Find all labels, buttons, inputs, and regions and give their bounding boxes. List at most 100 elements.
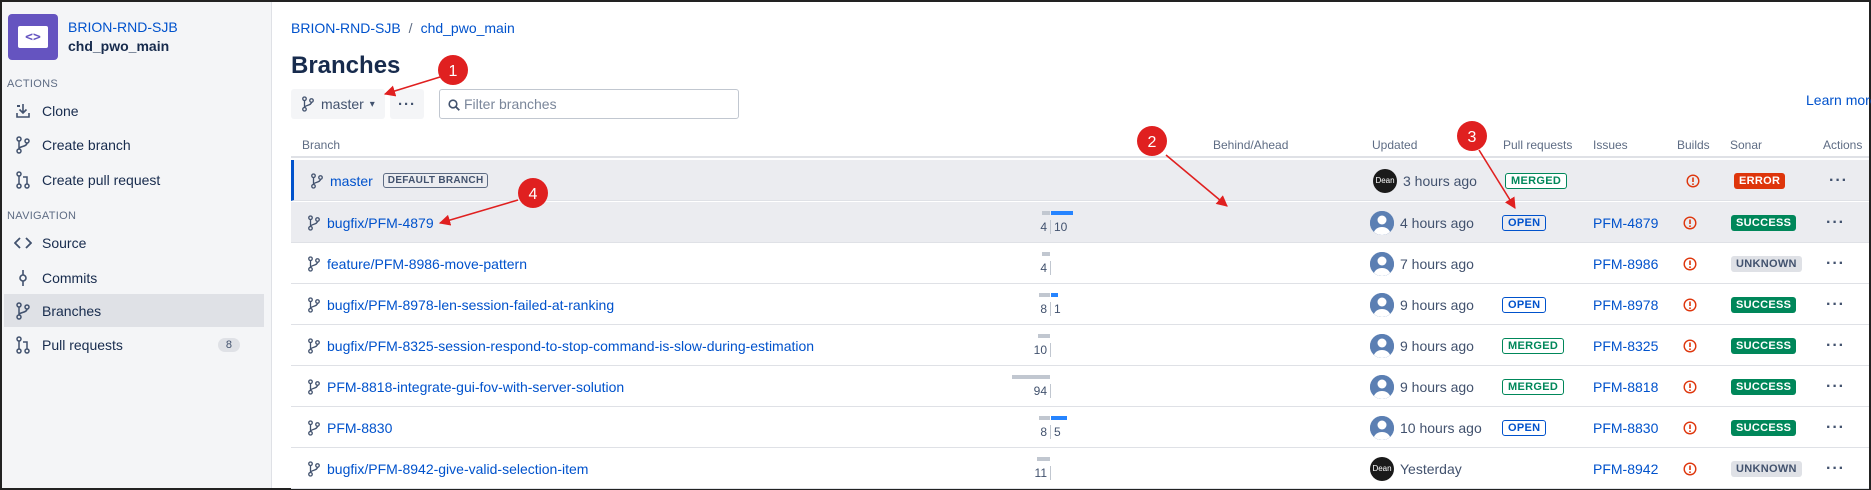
- sidebar-item-label: Clone: [42, 102, 79, 119]
- row-actions-button[interactable]: ···: [1826, 284, 1845, 325]
- sidebar-item-commits[interactable]: Commits: [4, 261, 264, 294]
- sidebar-item-label: Commits: [42, 269, 98, 286]
- avatar[interactable]: [1370, 333, 1394, 358]
- issue-link[interactable]: PFM-8818: [1593, 366, 1658, 407]
- repo-name[interactable]: chd_pwo_main: [68, 36, 178, 56]
- build-status-cell: [1683, 366, 1697, 407]
- row-actions-button[interactable]: ···: [1826, 243, 1845, 284]
- branch-link[interactable]: bugfix/PFM-8978-len-session-failed-at-ra…: [327, 297, 614, 313]
- issue-link[interactable]: PFM-8978: [1593, 284, 1658, 325]
- sonar-status-lozenge[interactable]: UNKNOWN: [1731, 255, 1802, 272]
- breadcrumb-repo[interactable]: chd_pwo_main: [421, 20, 515, 36]
- pull-request-cell: OPEN: [1502, 202, 1547, 243]
- pull-request-status-lozenge[interactable]: MERGED: [1502, 337, 1565, 354]
- build-warning-icon[interactable]: [1683, 379, 1697, 394]
- build-warning-icon[interactable]: [1683, 297, 1697, 312]
- sonar-status-lozenge[interactable]: SUCCESS: [1731, 214, 1797, 231]
- build-warning-icon[interactable]: [1683, 256, 1697, 271]
- row-actions-button[interactable]: ···: [1826, 407, 1845, 448]
- sidebar-item-create-branch[interactable]: Create branch: [4, 128, 264, 161]
- row-actions-button[interactable]: ···: [1826, 366, 1845, 407]
- column-header-branch[interactable]: Branch: [302, 138, 340, 152]
- sidebar-item-label: Branches: [42, 302, 102, 319]
- issue-link[interactable]: PFM-4879: [1593, 202, 1658, 243]
- build-warning-icon[interactable]: [1683, 461, 1697, 476]
- pull-request-status-lozenge[interactable]: MERGED: [1505, 172, 1568, 189]
- repo-avatar: <>: [8, 14, 58, 60]
- behind-ahead-divider: [1050, 220, 1051, 234]
- sonar-status-lozenge[interactable]: UNKNOWN: [1731, 460, 1802, 477]
- updated-cell: 7 hours ago: [1370, 243, 1474, 284]
- branch-selector-label: master: [321, 96, 364, 112]
- behind-bar: [1037, 457, 1050, 461]
- sidebar-item-pull-requests[interactable]: Pull requests 8: [4, 328, 264, 361]
- filter-branches-input[interactable]: [464, 96, 724, 112]
- build-warning-icon[interactable]: [1683, 420, 1697, 435]
- project-header[interactable]: <> BRION-RND-SJB chd_pwo_main: [8, 14, 178, 60]
- updated-cell: Dean 3 hours ago: [1373, 160, 1477, 201]
- more-actions-button[interactable]: ···: [390, 89, 424, 119]
- avatar[interactable]: [1370, 415, 1394, 440]
- table-row: PFM-8830 8 5 10 hours ago OPEN PFM-8830 SUCCES…: [291, 407, 1869, 448]
- branch-selector-button[interactable]: master ▾: [291, 89, 385, 119]
- avatar[interactable]: [1370, 251, 1394, 276]
- branch-link[interactable]: master: [330, 173, 373, 189]
- branch-link[interactable]: bugfix/PFM-8942-give-valid-selection-ite…: [327, 461, 588, 477]
- row-actions-button[interactable]: ···: [1826, 202, 1845, 243]
- build-warning-icon[interactable]: [1683, 338, 1697, 353]
- project-key[interactable]: BRION-RND-SJB: [68, 18, 178, 36]
- sidebar-item-create-pull-request[interactable]: Create pull request: [4, 163, 264, 196]
- issue-link[interactable]: PFM-8942: [1593, 448, 1658, 489]
- behind-count: 10: [1033, 343, 1047, 357]
- sidebar-item-clone[interactable]: Clone: [4, 94, 264, 127]
- breadcrumb-separator: /: [408, 20, 413, 36]
- sonar-status-lozenge[interactable]: SUCCESS: [1731, 378, 1797, 395]
- build-status-cell: [1683, 202, 1697, 243]
- pull-request-status-lozenge[interactable]: OPEN: [1502, 419, 1547, 436]
- row-actions-button[interactable]: ···: [1829, 160, 1848, 201]
- breadcrumb-project[interactable]: BRION-RND-SJB: [291, 20, 401, 36]
- branch-link[interactable]: bugfix/PFM-4879: [327, 215, 434, 231]
- branch-cell: bugfix/PFM-4879: [307, 202, 434, 243]
- behind-ahead-indicator: 81: [1031, 292, 1151, 320]
- sonar-status-lozenge[interactable]: SUCCESS: [1731, 337, 1797, 354]
- branch-link[interactable]: feature/PFM-8986-move-pattern: [327, 256, 527, 272]
- pull-request-status-lozenge[interactable]: OPEN: [1502, 296, 1547, 313]
- branch-link[interactable]: PFM-8818-integrate-gui-fov-with-server-s…: [327, 379, 624, 395]
- learn-more-link[interactable]: Learn more: [1806, 92, 1871, 108]
- sonar-status-lozenge[interactable]: SUCCESS: [1731, 296, 1797, 313]
- pull-request-cell: MERGED: [1502, 366, 1565, 407]
- row-actions-button[interactable]: ···: [1826, 325, 1845, 366]
- pull-request-status-lozenge[interactable]: MERGED: [1502, 378, 1565, 395]
- avatar[interactable]: [1370, 292, 1394, 317]
- branch-link[interactable]: bugfix/PFM-8325-session-respond-to-stop-…: [327, 338, 814, 354]
- build-warning-icon[interactable]: [1683, 215, 1697, 230]
- navigation-section-label: NAVIGATION: [7, 210, 77, 222]
- avatar[interactable]: Dean: [1373, 168, 1397, 193]
- avatar[interactable]: Dean: [1370, 456, 1394, 481]
- column-header-updated[interactable]: Updated: [1372, 138, 1417, 152]
- issue-link[interactable]: PFM-8325: [1593, 325, 1658, 366]
- behind-ahead-indicator: 11: [1031, 456, 1151, 484]
- behind-ahead-divider: [1050, 384, 1051, 398]
- updated-time: Yesterday: [1400, 460, 1462, 477]
- pull-request-icon: [12, 170, 34, 190]
- sonar-status-lozenge[interactable]: ERROR: [1734, 172, 1786, 189]
- updated-time: 3 hours ago: [1403, 172, 1477, 189]
- sidebar-item-branches[interactable]: Branches: [4, 294, 264, 327]
- table-row: PFM-8818-integrate-gui-fov-with-server-s…: [291, 366, 1869, 407]
- build-warning-icon[interactable]: [1686, 173, 1700, 188]
- row-actions-button[interactable]: ···: [1826, 448, 1845, 489]
- pull-request-status-lozenge[interactable]: OPEN: [1502, 214, 1547, 231]
- branch-link[interactable]: PFM-8830: [327, 420, 392, 436]
- table-row: bugfix/PFM-8942-give-valid-selection-ite…: [291, 448, 1869, 489]
- avatar[interactable]: [1370, 210, 1394, 235]
- issue-link[interactable]: PFM-8986: [1593, 243, 1658, 284]
- sonar-status-lozenge[interactable]: SUCCESS: [1731, 419, 1797, 436]
- updated-cell: 9 hours ago: [1370, 284, 1474, 325]
- branch-cell: master DEFAULT BRANCH: [310, 160, 489, 201]
- issue-link[interactable]: PFM-8830: [1593, 407, 1658, 448]
- filter-branches-field[interactable]: [439, 89, 739, 119]
- avatar[interactable]: [1370, 374, 1394, 399]
- sidebar-item-source[interactable]: Source: [4, 226, 264, 259]
